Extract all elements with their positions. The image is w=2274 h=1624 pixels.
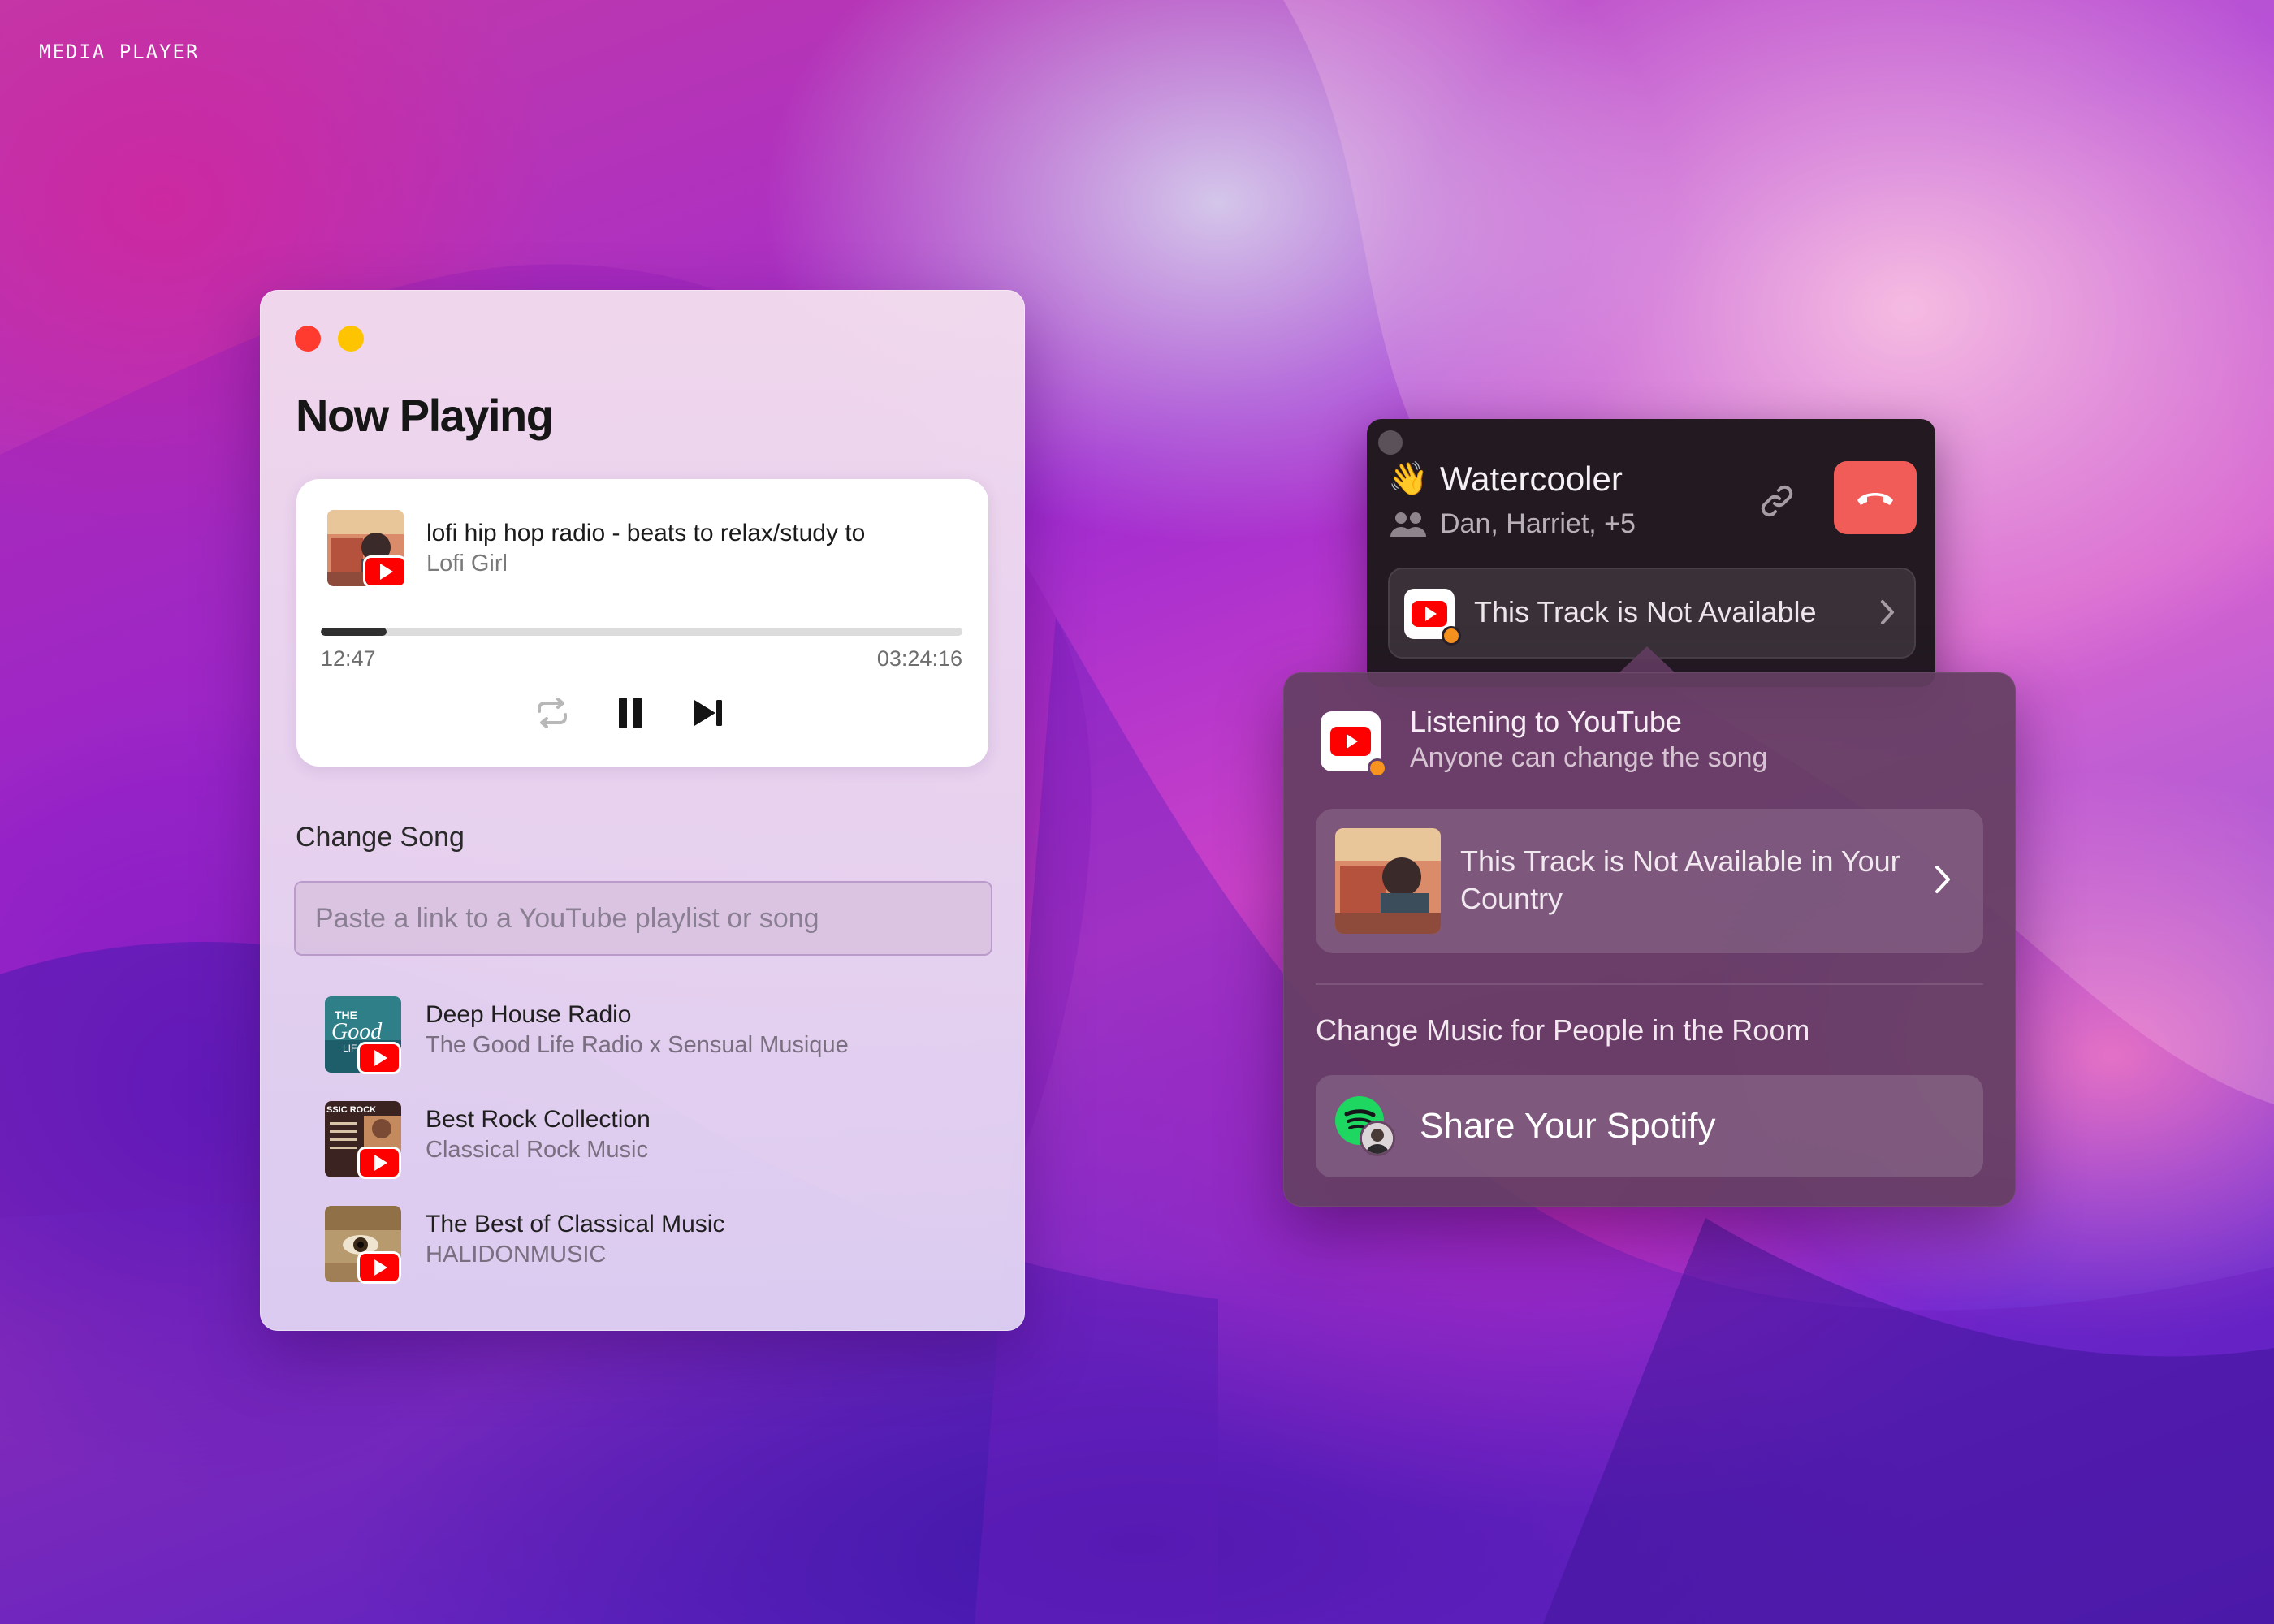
playlist-item-classical[interactable]: The Best of Classical Music HALIDONMUSIC (307, 1198, 957, 1287)
chevron-right-icon (1935, 866, 1950, 893)
status-indicator (1442, 626, 1461, 646)
popover-title: Listening to YouTube (1410, 705, 1682, 738)
window-minimize-button[interactable] (338, 326, 364, 352)
progress-bar[interactable] (321, 628, 962, 636)
progress-fill (321, 628, 387, 636)
section-heading: Change Music for People in the Room (1316, 1013, 1810, 1047)
playlist-subtitle: Classical Rock Music (426, 1137, 648, 1163)
pause-button[interactable] (606, 689, 655, 737)
copy-link-button[interactable] (1749, 473, 1805, 529)
youtube-icon (357, 1251, 401, 1284)
art-text: SSIC ROCK (326, 1105, 376, 1115)
divider (1316, 983, 1983, 985)
window-close-button[interactable] (1378, 430, 1403, 455)
playlist-item-deep-house[interactable]: THE Good LIF Deep House Radio The Good L… (307, 988, 957, 1078)
chevron-right-icon (1881, 600, 1894, 624)
youtube-icon (1404, 589, 1461, 646)
waving-hand-icon: 👋 (1388, 461, 1429, 497)
corner-label: MEDIA PLAYER (39, 41, 200, 63)
youtube-icon (1321, 711, 1387, 778)
track-thumbnail (327, 510, 407, 588)
art-text: Good (331, 1019, 383, 1044)
current-track-row[interactable]: This Track is Not Available (1388, 568, 1916, 659)
status-indicator (1368, 758, 1387, 778)
avatar (1360, 1121, 1395, 1156)
change-song-label: Change Song (296, 822, 465, 853)
share-spotify-label: Share Your Spotify (1420, 1106, 1716, 1146)
track-thumbnail (1335, 828, 1441, 934)
youtube-icon (357, 1147, 401, 1179)
repeat-icon (538, 698, 567, 728)
window-close-button[interactable] (295, 326, 321, 352)
youtube-icon (363, 555, 407, 588)
participants-list: Dan, Harriet, +5 (1440, 508, 1636, 539)
track-title: lofi hip hop radio - beats to relax/stud… (426, 520, 866, 546)
elapsed-time: 12:47 (321, 646, 376, 671)
playlist-thumbnail: THE Good LIF (325, 996, 401, 1074)
page-title: Now Playing (296, 390, 554, 441)
link-icon (1761, 485, 1793, 517)
popover-arrow (1618, 646, 1676, 674)
song-link-input[interactable] (294, 881, 992, 956)
share-spotify-button[interactable]: Share Your Spotify (1316, 1075, 1983, 1177)
room-title: Watercooler (1440, 460, 1623, 498)
playlist-item-best-rock[interactable]: SSIC ROCK Best Rock Collection Classical… (307, 1093, 957, 1182)
youtube-icon (357, 1042, 401, 1074)
hang-up-icon (1857, 493, 1893, 505)
skip-next-button[interactable] (684, 689, 733, 737)
track-unavailable-message: This Track is Not Available in Your Coun… (1460, 844, 1900, 915)
now-playing-window: Now Playing lofi hip hop radio - beats t… (260, 290, 1025, 1331)
popover-subtitle: Anyone can change the song (1410, 742, 1768, 773)
playlist-subtitle: The Good Life Radio x Sensual Musique (426, 1032, 849, 1058)
playlist-title: Deep House Radio (426, 1001, 632, 1028)
playlist-thumbnail (325, 1206, 401, 1284)
playlist-thumbnail: SSIC ROCK (325, 1101, 401, 1179)
track-status-label: This Track is Not Available (1474, 595, 1817, 628)
skip-next-icon (694, 700, 722, 726)
playlist-title: The Best of Classical Music (426, 1211, 725, 1237)
art-text: LIF (343, 1043, 357, 1054)
track-artist: Lofi Girl (426, 551, 508, 577)
hang-up-button[interactable] (1834, 461, 1917, 534)
pause-icon (619, 698, 642, 728)
youtube-popover: Listening to YouTube Anyone can change t… (1283, 672, 2016, 1207)
playlist-title: Best Rock Collection (426, 1106, 651, 1133)
player-card: lofi hip hop radio - beats to relax/stud… (296, 479, 988, 767)
unavailable-track-card[interactable]: This Track is Not Available in Your Coun… (1316, 809, 1983, 953)
total-duration: 03:24:16 (876, 646, 962, 671)
playlist-subtitle: HALIDONMUSIC (426, 1242, 607, 1268)
people-icon (1390, 511, 1427, 542)
repeat-button[interactable] (528, 689, 577, 737)
